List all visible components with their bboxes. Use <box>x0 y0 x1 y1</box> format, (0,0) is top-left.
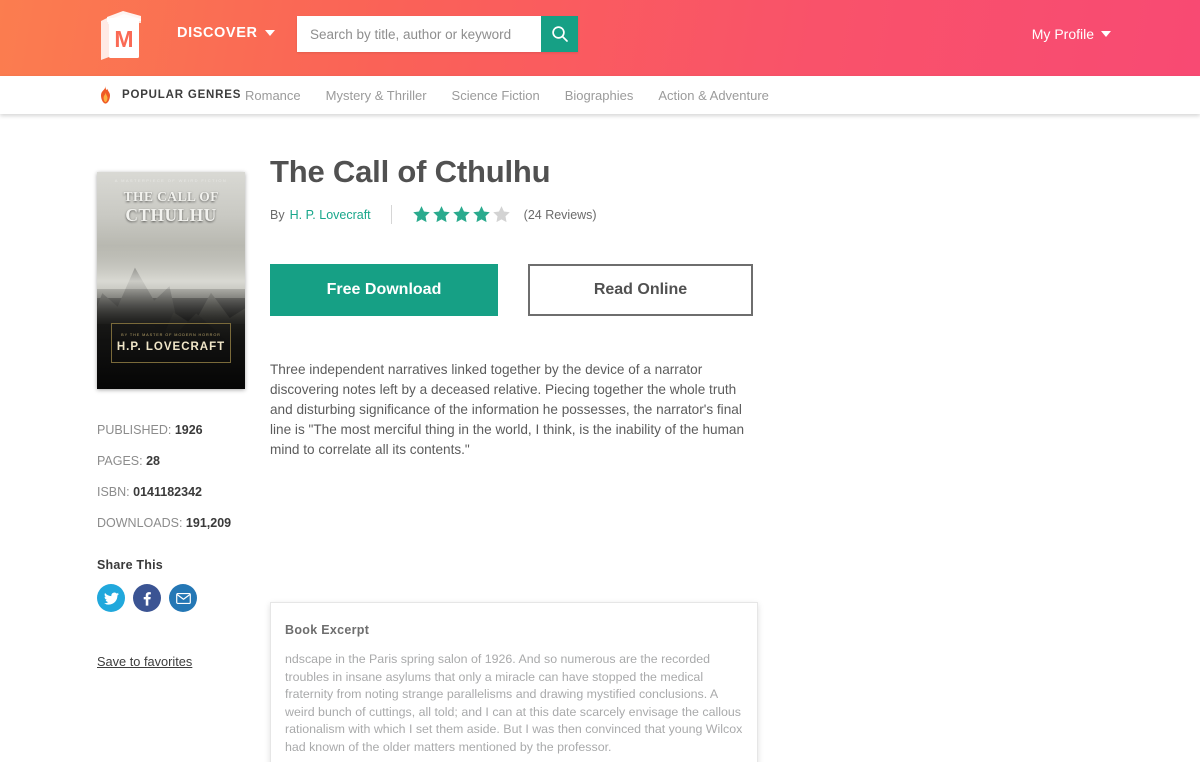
share-icon-group <box>97 584 247 612</box>
genre-link-mystery-thriller[interactable]: Mystery & Thriller <box>326 88 427 103</box>
genre-link-action-adventure[interactable]: Action & Adventure <box>658 88 769 103</box>
email-icon <box>175 592 191 604</box>
search-bar <box>297 16 578 52</box>
search-input[interactable] <box>297 16 541 52</box>
chevron-down-icon <box>264 30 275 36</box>
meta-isbn-value: 0141182342 <box>133 485 202 499</box>
genre-link-romance[interactable]: Romance <box>245 88 301 103</box>
book-logo-icon: M <box>101 11 141 60</box>
meta-pages: PAGES: 28 <box>97 454 247 468</box>
genre-link-science-fiction[interactable]: Science Fiction <box>452 88 540 103</box>
share-twitter-button[interactable] <box>97 584 125 612</box>
my-profile-label: My Profile <box>1031 26 1094 42</box>
genre-link-biographies[interactable]: Biographies <box>565 88 634 103</box>
excerpt-paragraph-1: ndscape in the Paris spring salon of 192… <box>285 652 743 754</box>
cover-title: THE CALL OF CTHULHU <box>97 189 245 226</box>
magnifier-icon <box>551 26 568 42</box>
book-excerpt-card: Book Excerpt ndscape in the Paris spring… <box>270 602 758 762</box>
meta-published: PUBLISHED: 1926 <box>97 423 247 437</box>
meta-published-label: PUBLISHED: <box>97 423 172 437</box>
site-header: M DISCOVER My Profile <box>0 0 1200 76</box>
share-facebook-button[interactable] <box>133 584 161 612</box>
facebook-icon <box>143 591 151 606</box>
book-cover-image[interactable]: A MASTERPIECE OF WEIRD FICTION THE CALL … <box>97 172 245 389</box>
cover-author-pre: BY THE MASTER OF MODERN HORROR <box>121 333 221 337</box>
cover-tagline: A MASTERPIECE OF WEIRD FICTION <box>114 178 228 183</box>
cover-title-line1: THE CALL OF <box>123 189 219 204</box>
flame-icon <box>101 86 110 104</box>
star-filled-icon <box>432 206 450 223</box>
my-profile-menu[interactable]: My Profile <box>1032 26 1111 42</box>
meta-isbn-label: ISBN: <box>97 485 130 499</box>
byline-divider <box>390 205 392 224</box>
meta-isbn: ISBN: 0141182342 <box>97 485 247 499</box>
book-main-content: The Call of Cthulhu By H. P. Lovecraft (… <box>270 154 760 460</box>
free-download-button[interactable]: Free Download <box>270 264 498 316</box>
share-this-heading: Share This <box>97 558 163 572</box>
book-excerpt-heading: Book Excerpt <box>285 623 370 637</box>
meta-pages-label: PAGES: <box>97 454 143 468</box>
read-online-button[interactable]: Read Online <box>528 264 753 316</box>
save-to-favorites-link[interactable]: Save to favorites <box>97 654 192 669</box>
popular-genres-label: POPULAR GENRES <box>122 89 242 101</box>
reviews-count: (24 Reviews) <box>523 207 597 222</box>
meta-pages-value: 28 <box>146 454 161 468</box>
meta-downloads-label: DOWNLOADS: <box>97 516 183 530</box>
book-sidebar: A MASTERPIECE OF WEIRD FICTION THE CALL … <box>97 172 247 671</box>
nav-discover[interactable]: DISCOVER <box>177 25 275 41</box>
share-email-button[interactable] <box>169 584 197 612</box>
book-excerpt-body: ndscape in the Paris spring salon of 192… <box>271 637 757 762</box>
book-metadata: PUBLISHED: 1926 PAGES: 28 ISBN: 01411823… <box>97 423 247 530</box>
book-detail-page: A MASTERPIECE OF WEIRD FICTION THE CALL … <box>0 114 1200 762</box>
twitter-icon <box>103 592 119 605</box>
meta-downloads: DOWNLOADS: 191,209 <box>97 516 247 530</box>
cover-author-name: H.P. LOVECRAFT <box>116 341 226 353</box>
genre-links: Romance Mystery & Thriller Science Ficti… <box>245 88 769 103</box>
star-filled-icon <box>452 206 470 223</box>
cover-title-line2: CTHULHU <box>125 205 217 225</box>
rating-stars[interactable] <box>412 205 511 224</box>
star-filled-icon <box>472 206 490 223</box>
star-filled-icon <box>412 206 430 223</box>
byline: By H. P. Lovecraft (24 Reviews) <box>270 205 760 224</box>
page-title: The Call of Cthulhu <box>270 154 551 189</box>
cover-author-box: BY THE MASTER OF MODERN HORROR H.P. LOVE… <box>111 323 231 363</box>
popular-genres-label-group: POPULAR GENRES <box>98 86 241 104</box>
author-link[interactable]: H. P. Lovecraft <box>290 208 371 222</box>
popular-genres-bar: POPULAR GENRES Romance Mystery & Thrille… <box>0 76 1200 114</box>
book-description: Three independent narratives linked toge… <box>270 362 745 457</box>
star-empty-icon <box>492 206 510 223</box>
chevron-down-icon <box>1101 31 1111 37</box>
site-logo[interactable]: M <box>97 9 145 61</box>
action-buttons: Free Download Read Online <box>270 264 760 316</box>
meta-published-value: 1926 <box>174 423 203 437</box>
meta-downloads-value: 191,209 <box>185 516 232 530</box>
search-button[interactable] <box>541 16 578 52</box>
svg-text:M: M <box>114 26 133 52</box>
nav-discover-label: DISCOVER <box>177 25 258 41</box>
by-label: By <box>270 207 285 222</box>
